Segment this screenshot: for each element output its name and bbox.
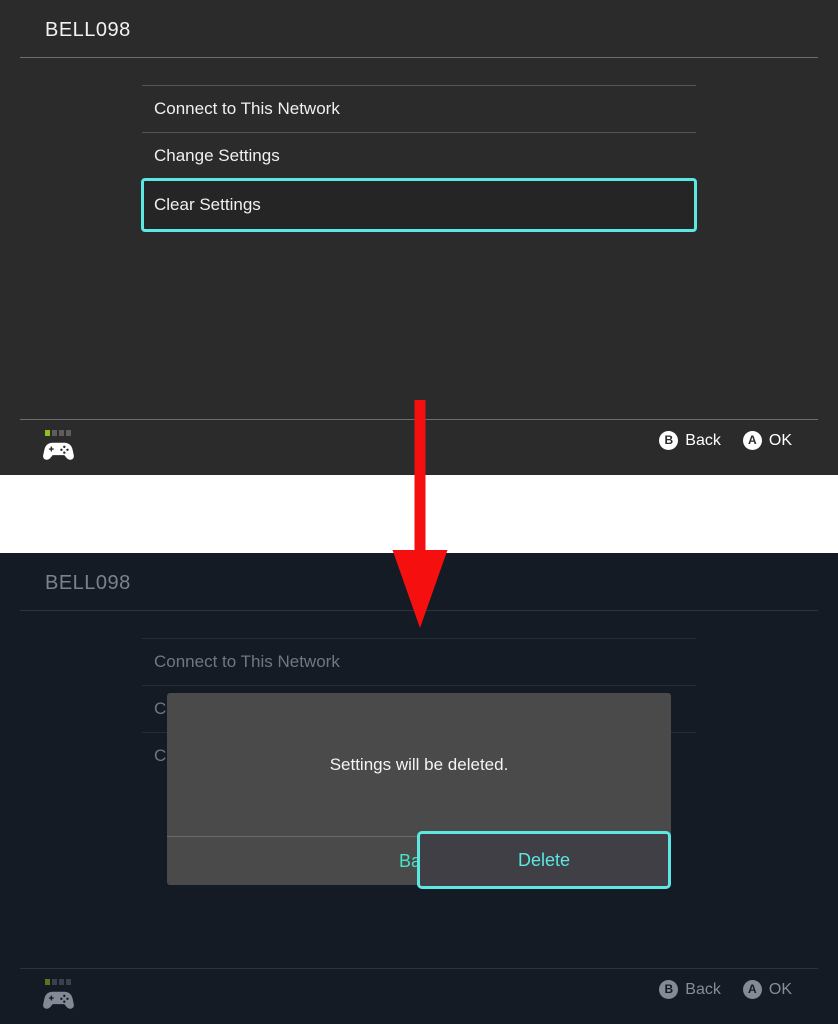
menu-item-clear-settings[interactable]: Clear Settings: [141, 178, 697, 232]
dialog-delete-button[interactable]: Delete: [417, 831, 671, 889]
hint-ok-label: OK: [768, 980, 792, 998]
player-slot-3: [59, 430, 64, 436]
network-options-menu: Connect to This Network Change Settings …: [141, 85, 697, 232]
a-button-icon: A: [742, 431, 762, 450]
hint-back[interactable]: B Back: [659, 431, 721, 450]
controller-status: [43, 979, 83, 1015]
player-slot-indicators: [45, 430, 71, 436]
menu-item-label: Clear Settings: [154, 195, 261, 214]
page-title: BELL098: [45, 19, 131, 41]
hint-ok-label: OK: [768, 431, 792, 449]
down-arrow-annotation: [392, 400, 448, 628]
footer-divider: [20, 968, 818, 969]
dialog-button-row: Back Delete: [167, 831, 671, 889]
hint-back-label: Back: [685, 980, 721, 998]
gamepad-icon: [43, 991, 74, 1009]
menu-item-change-settings[interactable]: Change Settings: [141, 133, 697, 179]
player-slot-indicators: [45, 979, 71, 985]
a-button-icon: A: [742, 980, 762, 999]
gamepad-icon: [43, 442, 74, 460]
screen-footer: B Back A OK: [0, 968, 838, 1024]
b-button-icon: B: [659, 980, 679, 999]
hint-back-label: Back: [685, 431, 721, 449]
dialog-message: Settings will be deleted.: [329, 754, 509, 774]
dialog-delete-label: Delete: [517, 849, 571, 870]
page-title: BELL098: [45, 572, 131, 594]
menu-item-label: Connect to This Network: [154, 99, 340, 118]
hint-back: B Back: [659, 980, 721, 999]
controller-status[interactable]: [43, 430, 83, 466]
player-slot-3: [59, 979, 64, 985]
header-divider: [20, 57, 818, 58]
screen-header: BELL098: [0, 0, 838, 58]
button-hints: B Back A OK: [646, 431, 792, 450]
confirm-delete-dialog: Settings will be deleted. Back Delete: [167, 693, 671, 889]
player-slot-2: [52, 430, 57, 436]
player-slot-4: [66, 979, 71, 985]
menu-item-connect-to-this-network[interactable]: Connect to This Network: [141, 86, 697, 132]
menu-item-label: Change Settings: [154, 146, 280, 165]
player-slot-2: [52, 979, 57, 985]
b-button-icon: B: [659, 431, 679, 450]
player-slot-4: [66, 430, 71, 436]
menu-item-connect-to-this-network: Connect to This Network: [141, 639, 697, 685]
button-hints: B Back A OK: [646, 980, 792, 999]
menu-item-label: Connect to This Network: [154, 652, 340, 671]
hint-ok[interactable]: A OK: [742, 431, 792, 450]
hint-ok: A OK: [742, 980, 792, 999]
player-slot-1: [45, 979, 50, 985]
player-slot-1: [45, 430, 50, 436]
